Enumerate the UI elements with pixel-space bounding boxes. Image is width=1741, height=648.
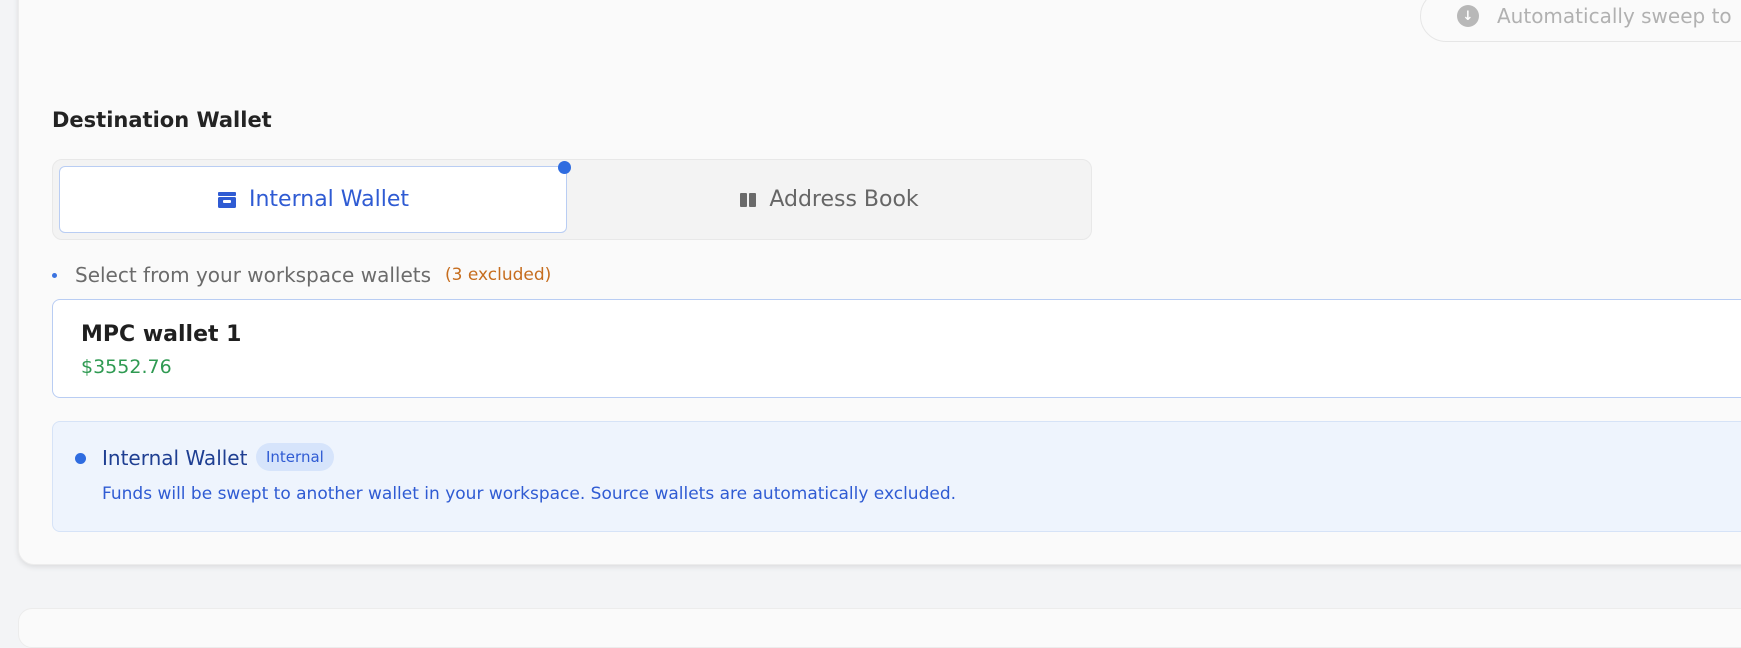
auto-sweep-toggle[interactable]: ↓ Automatically sweep to <box>1420 0 1741 42</box>
info-title: Internal Wallet <box>102 446 248 470</box>
internal-wallet-info-box: Internal Wallet Internal Funds will be s… <box>52 421 1741 532</box>
tab-address-book[interactable]: Address Book <box>573 166 1085 233</box>
destination-tabs: Internal Wallet Address Book <box>52 159 1092 240</box>
wallet-name: MPC wallet 1 <box>81 322 242 347</box>
tab-internal-wallet[interactable]: Internal Wallet <box>59 166 567 233</box>
info-description: Funds will be swept to another wallet in… <box>102 484 957 504</box>
wallet-option-card[interactable]: MPC wallet 1 $3552.76 <box>52 299 1741 398</box>
bullet-dot <box>52 272 57 278</box>
wallet-select-hint: Select from your workspace wallets (3 ex… <box>52 263 551 287</box>
destination-wallet-title: Destination Wallet <box>52 108 272 132</box>
tab-internal-wallet-label: Internal Wallet <box>249 187 409 212</box>
hint-text: Select from your workspace wallets <box>75 263 432 287</box>
excluded-count: (3 excluded) <box>445 265 552 285</box>
arrow-down-circle-icon: ↓ <box>1457 5 1479 27</box>
wallet-balance: $3552.76 <box>81 356 172 378</box>
internal-badge: Internal <box>256 443 334 471</box>
selected-indicator-dot <box>558 161 571 174</box>
auto-sweep-label: Automatically sweep to <box>1497 4 1732 28</box>
tab-address-book-label: Address Book <box>769 187 919 212</box>
wallet-icon <box>218 191 236 208</box>
book-icon <box>740 192 757 207</box>
info-dot <box>75 453 86 464</box>
next-section-card <box>18 608 1741 648</box>
